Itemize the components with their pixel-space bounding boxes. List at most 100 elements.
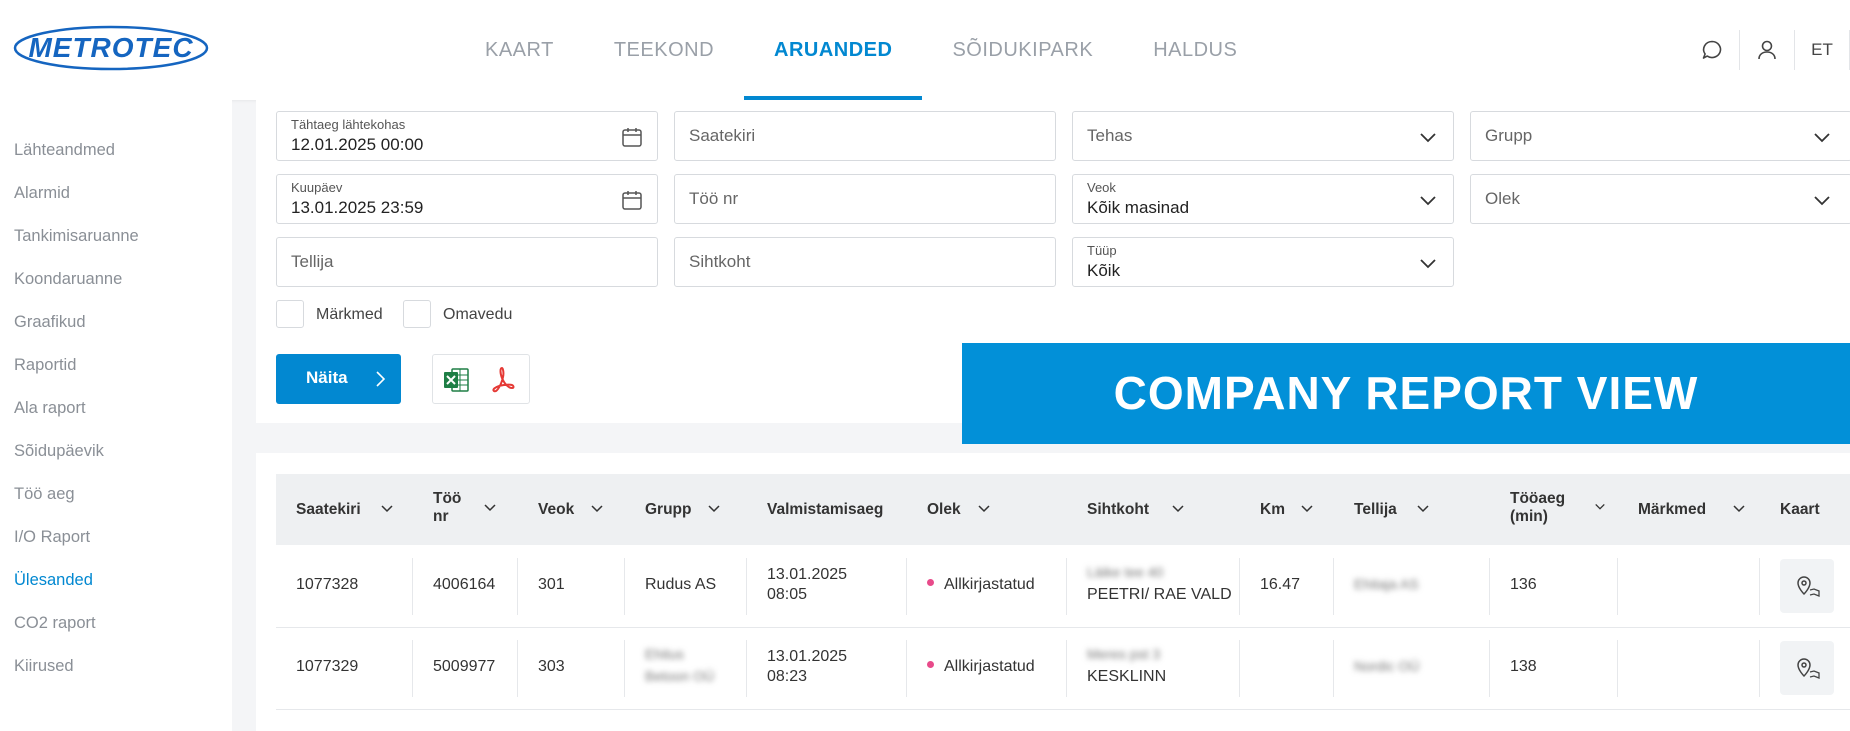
sidebar-item-lahteandmed[interactable]: Lähteandmed	[14, 141, 115, 160]
vehicle-select[interactable]: Veok Kõik masinad	[1072, 174, 1454, 224]
cell-saatekiri: 1077328	[296, 576, 359, 593]
chevron-down-icon	[1814, 133, 1830, 143]
top-header: METROTEC KAART TEEKOND ARUANDED SÕIDUKIP…	[0, 0, 1850, 100]
job-number-field[interactable]: Töö nr	[674, 174, 1056, 224]
sidebar-item-graafikud[interactable]: Graafikud	[14, 313, 86, 332]
table-row[interactable]: 1077329 5009977 303 Ehitus Betoon OÜ 13.…	[276, 628, 1850, 710]
chat-bubble-icon	[1702, 40, 1722, 59]
chevron-down-icon	[1420, 259, 1436, 269]
destination-field[interactable]: Sihtkoht	[674, 237, 1056, 287]
col-sihtkoht-label: Sihtkoht	[1087, 501, 1149, 518]
status-dot-icon	[927, 579, 934, 587]
start-date-label: Tähtaeg lähtekohas	[291, 117, 406, 132]
cell-olek-text: Allkirjastatud	[944, 658, 1035, 675]
col-grupp-label: Grupp	[645, 501, 692, 518]
type-select[interactable]: Tüüp Kõik	[1072, 237, 1454, 287]
sort-chevron-icon	[708, 505, 720, 513]
waybill-field[interactable]: Saatekiri	[674, 111, 1056, 161]
start-date-value: 12.01.2025 00:00	[291, 135, 424, 154]
chevron-right-icon	[376, 371, 385, 387]
col-olek-label: Olek	[927, 501, 961, 518]
col-tooaeg[interactable]: Tööaeg (min)	[1510, 490, 1605, 526]
cell-grupp: Rudus AS	[645, 576, 717, 593]
cell-veok: 301	[538, 576, 565, 593]
map-button[interactable]	[1780, 559, 1834, 613]
sidebar-item-tankimisaruanne[interactable]: Tankimisaruanne	[14, 227, 139, 246]
col-markmed-label: Märkmed	[1638, 501, 1707, 518]
chevron-down-icon	[1814, 196, 1830, 206]
col-markmed[interactable]: Märkmed	[1638, 501, 1745, 519]
table-row[interactable]: 1077328 4006164 301 Rudus AS 13.01.2025 …	[276, 546, 1850, 628]
own-transport-checkbox[interactable]	[403, 300, 431, 328]
metrotec-logo[interactable]: METROTEC	[12, 24, 210, 72]
sidebar-item-io-raport[interactable]: I/O Raport	[14, 528, 90, 547]
col-too-nr[interactable]: Töö nr	[433, 490, 496, 526]
sort-chevron-icon	[1733, 505, 1745, 513]
map-pin-icon	[1797, 658, 1820, 679]
chevron-down-icon	[1420, 133, 1436, 143]
cell-tooaeg: 136	[1510, 576, 1537, 593]
status-placeholder: Olek	[1485, 189, 1520, 208]
col-saatekiri[interactable]: Saatekiri	[296, 501, 393, 519]
sidebar-item-kiirused[interactable]: Kiirused	[14, 657, 74, 676]
col-tellija[interactable]: Tellija	[1354, 501, 1429, 519]
sidebar-item-ulesanded[interactable]: Ülesanded	[14, 571, 93, 590]
sidebar-item-ala-raport[interactable]: Ala raport	[14, 399, 86, 418]
cell-sihtkoht: KESKLINN	[1087, 668, 1167, 685]
logo-text: METROTEC	[28, 32, 194, 63]
sidebar-item-co2-raport[interactable]: CO2 raport	[14, 614, 96, 633]
col-sihtkoht[interactable]: Sihtkoht	[1087, 501, 1184, 519]
col-grupp[interactable]: Grupp	[645, 501, 720, 519]
show-button[interactable]: Näita	[276, 354, 401, 404]
start-date-field[interactable]: Tähtaeg lähtekohas 12.01.2025 00:00	[276, 111, 658, 161]
calendar-icon[interactable]	[621, 126, 643, 148]
end-date-field[interactable]: Kuupäev 13.01.2025 23:59	[276, 174, 658, 224]
cell-olek: Allkirjastatud	[927, 576, 1035, 594]
col-veok-label: Veok	[538, 501, 575, 518]
nav-soidukipark[interactable]: SÕIDUKIPARK	[922, 0, 1123, 100]
sidebar-item-raportid[interactable]: Raportid	[14, 356, 76, 375]
sidebar-item-alarmid[interactable]: Alarmid	[14, 184, 70, 203]
col-valmistamisaeg[interactable]: Valmistamisaeg	[767, 501, 883, 519]
nav-haldus[interactable]: HALDUS	[1123, 0, 1267, 100]
col-saatekiri-label: Saatekiri	[296, 501, 361, 518]
client-placeholder: Tellija	[291, 252, 334, 271]
sort-chevron-icon	[1417, 505, 1429, 513]
group-placeholder: Grupp	[1485, 126, 1533, 145]
job-number-placeholder: Töö nr	[689, 189, 739, 208]
language-button[interactable]: ET	[1794, 30, 1850, 70]
factory-select[interactable]: Tehas	[1072, 111, 1454, 161]
cell-date: 13.01.2025	[767, 566, 848, 583]
calendar-icon[interactable]	[621, 189, 643, 211]
user-button[interactable]	[1739, 30, 1794, 70]
sidebar-item-soidupaevik[interactable]: Sõidupäevik	[14, 442, 104, 461]
chat-button[interactable]	[1685, 30, 1739, 70]
cell-tellija-blurred: Ehitaja AS	[1354, 576, 1419, 592]
col-km-label: Km	[1260, 501, 1285, 518]
map-button[interactable]	[1780, 641, 1834, 695]
sidebar-item-too-aeg[interactable]: Töö aeg	[14, 485, 75, 504]
nav-aruanded[interactable]: ARUANDED	[744, 0, 923, 100]
excel-export-icon[interactable]	[441, 365, 471, 395]
group-select[interactable]: Grupp	[1470, 111, 1850, 161]
col-km[interactable]: Km	[1260, 501, 1313, 519]
col-olek[interactable]: Olek	[927, 501, 990, 519]
pdf-export-icon[interactable]	[487, 365, 517, 395]
nav-kaart[interactable]: KAART	[455, 0, 584, 100]
map-pin-icon	[1797, 576, 1820, 597]
status-select[interactable]: Olek	[1470, 174, 1850, 224]
nav-teekond[interactable]: TEEKOND	[584, 0, 744, 100]
notes-checkbox[interactable]	[276, 300, 304, 328]
sort-chevron-icon	[1301, 505, 1313, 513]
status-dot-icon	[927, 661, 934, 669]
factory-placeholder: Tehas	[1087, 126, 1133, 145]
sort-chevron-icon	[1172, 505, 1184, 513]
col-tellija-label: Tellija	[1354, 501, 1397, 518]
own-transport-checkbox-label: Omavedu	[443, 306, 513, 323]
sidebar-item-koondaruanne[interactable]: Koondaruanne	[14, 270, 122, 289]
client-field[interactable]: Tellija	[276, 237, 658, 287]
col-veok[interactable]: Veok	[538, 501, 603, 519]
user-icon	[1758, 40, 1776, 60]
company-report-banner: COMPANY REPORT VIEW	[962, 343, 1850, 444]
sort-chevron-icon	[1595, 503, 1605, 510]
